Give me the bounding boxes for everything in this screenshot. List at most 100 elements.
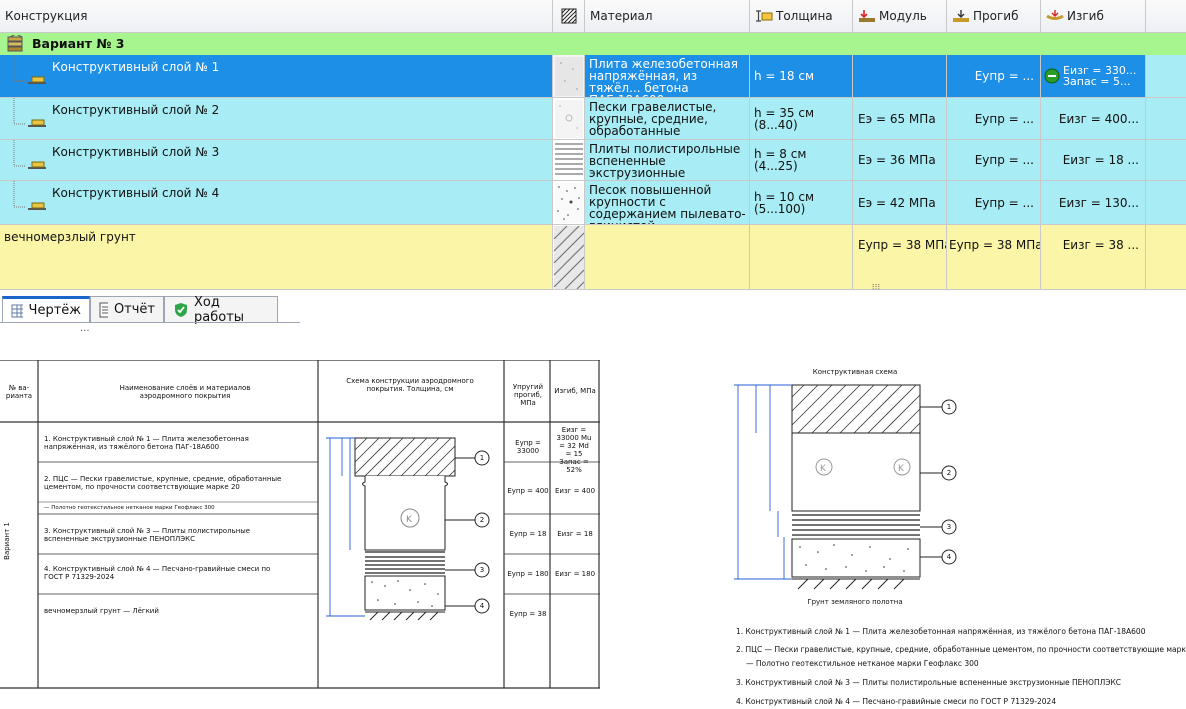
table-header-bending: Изгиб, МПа: [554, 387, 596, 395]
tree-branch-icon: [13, 55, 26, 82]
soil-bending: Eизг = 38 ...: [1041, 225, 1146, 289]
application-window: Конструкция Материал Толщина Модуль Прог…: [0, 0, 1186, 709]
marker-label: 1: [479, 454, 485, 462]
soil-name: вечномерзлый грунт: [4, 230, 136, 244]
layer-thickness: h = 10 см: [754, 189, 815, 204]
layer-row[interactable]: Конструктивный слой № 2 Пески гравелисты…: [0, 98, 1186, 140]
table-row-text: 1. Конструктивный слой № 1 — Плита желез…: [44, 435, 249, 451]
variant-row[interactable]: Вариант № 3: [0, 33, 1186, 55]
table-header-names: Наименование слоёв и материалов аэродром…: [119, 384, 251, 400]
header-deflection[interactable]: Прогиб: [947, 0, 1041, 33]
tab-report[interactable]: Отчёт: [90, 296, 164, 322]
layer-bending: Eизг = 18 ...: [1041, 140, 1146, 181]
tree-branch-icon: [13, 98, 26, 125]
variant-vertical-label: Вариант 1: [2, 522, 11, 560]
layer-thickness-range: (5...100): [754, 201, 806, 216]
table-bending-value: Eизг = 33000 Mu = 32 Md = 15 Запас = 52%: [556, 426, 592, 474]
layer-bending: Eизг = 130...: [1041, 181, 1146, 225]
layer-thickness-range: (8...40): [754, 117, 798, 132]
tab-bar: Чертёж Отчёт Ход работы: [0, 293, 1186, 327]
tab-bar-divider: [0, 322, 300, 323]
header-extra: [1146, 0, 1186, 33]
layer-modulus: Eэ = 65 МПа: [853, 98, 947, 140]
hatch-pattern-icon: [561, 8, 576, 24]
legend-item: 1. Конструктивный слой № 1 — Плита желез…: [736, 627, 1146, 636]
layer-thickness: h = 35 см: [754, 105, 815, 120]
layer-material: Плита железобетонная напряжённая, из тяж…: [585, 55, 750, 98]
check-shield-icon: [175, 302, 187, 317]
table-row-text: — Полотно геотекстильное нетканое марки …: [44, 505, 215, 511]
construction-scheme: K K: [734, 384, 957, 590]
status-check-icon: [1044, 68, 1060, 84]
layer-modulus: Eэ = 36 МПа: [853, 140, 947, 181]
table-header-variant: № ва-рианта: [5, 384, 33, 400]
scheme-marker-label: 1: [946, 403, 952, 411]
header-modulus[interactable]: Модуль: [853, 0, 947, 33]
layer-row[interactable]: Конструктивный слой № 4 Песок повышенной…: [0, 181, 1186, 225]
table-header-scheme: Схема конструкции аэродромного покрытия.…: [346, 377, 474, 393]
tab-progress[interactable]: Ход работы: [164, 295, 278, 325]
layer-icon: [28, 76, 46, 84]
legend-item: 4. Конструктивный слой № 4 — Песчано-гра…: [736, 697, 1057, 706]
layer-thickness-range: (4...25): [754, 159, 798, 173]
layer-icon: [28, 202, 46, 210]
table-row-text: вечномерзлый грунт — Лёгкий: [44, 607, 159, 615]
layer-thickness: h = 18 см: [754, 69, 815, 83]
table-elastic-value: Eупр = 33000: [515, 439, 541, 455]
document-icon: [99, 302, 108, 317]
drawing-top-fragment: ...: [80, 327, 90, 334]
soil-row[interactable]: вечномерзлый грунт Eупр = 38 МПа Eупр = …: [0, 225, 1186, 289]
table-elastic-value: Eупр = 38: [509, 610, 547, 618]
layer-deflection: Eупр = ...: [947, 98, 1041, 140]
soil-modulus: Eупр = 38 МПа: [853, 225, 947, 289]
layer-name: Конструктивный слой № 1: [52, 60, 220, 74]
thickness-icon: [756, 10, 773, 22]
material-swatch: [553, 225, 585, 289]
header-construction[interactable]: Конструкция: [0, 0, 553, 33]
layer-name: Конструктивный слой № 4: [52, 186, 220, 200]
drawing-table: K: [0, 360, 600, 689]
header-thickness[interactable]: Толщина: [750, 0, 853, 33]
ground-label: Грунт земляного полотна: [807, 598, 903, 606]
layer-material: Пески гравелистые, крупные, средние, обр…: [585, 98, 750, 140]
tree-branch-icon: [13, 181, 26, 208]
table-elastic-value: Eупр = 18: [509, 530, 547, 538]
layer-bending: Eизг = 400...: [1041, 98, 1146, 140]
layer-reserve: Запас = 5...: [1063, 75, 1131, 88]
marker-label: 3: [479, 566, 485, 574]
table-elastic-value: Eупр = 180: [507, 570, 549, 578]
modulus-icon: [859, 10, 875, 22]
layer-modulus: Eэ = 42 МПа: [853, 181, 947, 225]
header-material[interactable]: Материал: [585, 0, 750, 33]
layer-material: Песок повышенной крупности с содержанием…: [585, 181, 750, 225]
layer-material: Плиты полистирольные вспененные экструзи…: [585, 140, 750, 181]
legend-item: 3. Конструктивный слой № 3 — Плиты полис…: [736, 678, 1122, 687]
construction-grid[interactable]: Конструкция Материал Толщина Модуль Прог…: [0, 0, 1186, 290]
table-icon: [11, 304, 23, 317]
scheme-marker-label: 4: [946, 553, 952, 561]
drawing-canvas[interactable]: ... K № ва-рианта Наименование слоёв и м…: [0, 327, 1186, 709]
scheme-marker-label: 2: [946, 469, 952, 477]
layer-name: Конструктивный слой № 3: [52, 145, 220, 159]
deflection-icon: [953, 10, 969, 22]
layer-icon: [28, 161, 46, 169]
layers-stack-icon: [7, 35, 23, 52]
layer-deflection: Eупр = ...: [947, 181, 1041, 225]
table-row-text: 2. ПЦС — Пески гравелистые, крупные, сре…: [44, 475, 282, 491]
layer-row[interactable]: Конструктивный слой № 3 Плиты полистирол…: [0, 140, 1186, 181]
layer-row[interactable]: Конструктивный слой № 1 Плита железобето…: [0, 55, 1186, 98]
table-row-text: 4. Конструктивный слой № 4 — Песчано-гра…: [44, 565, 271, 581]
tab-drawing[interactable]: Чертёж: [2, 296, 90, 322]
layer-name: Конструктивный слой № 2: [52, 103, 220, 117]
scheme-marker-label: 3: [946, 523, 952, 531]
material-swatch: [553, 181, 585, 225]
bending-icon: [1046, 10, 1064, 20]
material-swatch: [553, 55, 585, 98]
material-swatch: [553, 140, 585, 181]
table-header-elastic: Упругий прогиб, МПа: [512, 383, 544, 407]
header-pattern[interactable]: [553, 0, 585, 33]
soil-deflection: Eупр = 38 МПа: [947, 225, 1041, 289]
scheme-title: Конструктивная схема: [812, 368, 898, 376]
header-bending[interactable]: Изгиб: [1041, 0, 1146, 33]
marker-label: 4: [479, 602, 485, 610]
